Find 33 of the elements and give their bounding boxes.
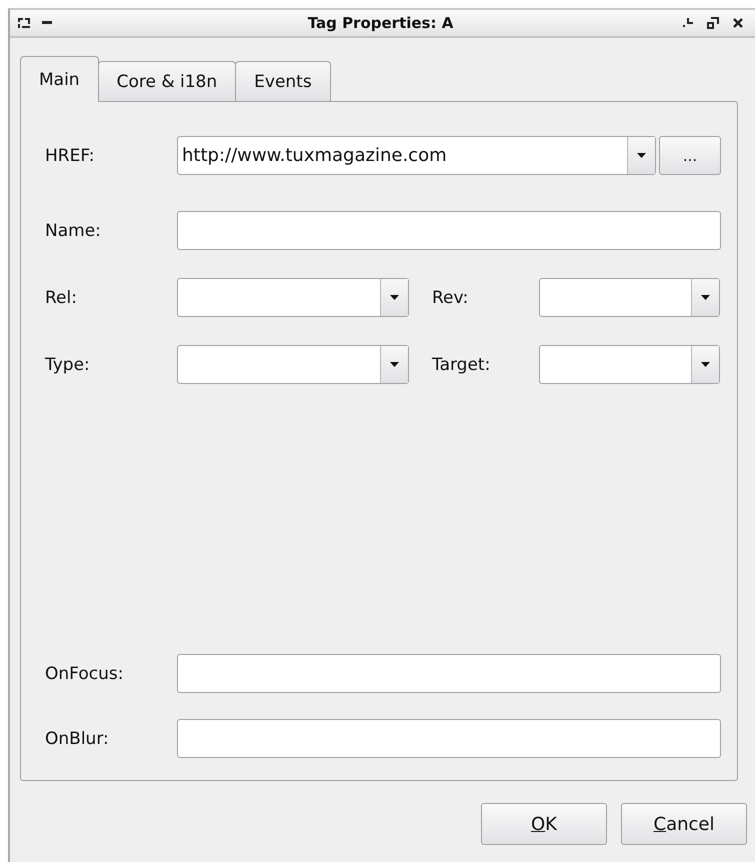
field-label: Rev: [432,288,470,308]
field-label: Rel: [45,288,78,308]
dropdown-arrow-icon [701,295,710,300]
window-menu-icon[interactable] [18,17,30,29]
combo-box[interactable]: http://www.tuxmagazine.com [177,136,656,175]
minimize-icon[interactable] [42,21,52,25]
combo-box[interactable] [539,345,720,384]
shade-icon[interactable] [683,18,694,28]
input-field[interactable] [177,654,721,693]
dialog-button[interactable]: OK [481,803,607,845]
field-label: Target: [432,354,492,374]
input-field[interactable] [177,211,721,250]
browse-button[interactable]: ... [659,136,721,175]
field-label: HREF: [45,146,96,166]
field-label: OnFocus: [45,664,124,684]
field-label: Name: [45,220,102,240]
dialog-button[interactable]: Cancel [621,803,747,845]
combo-box[interactable] [539,278,720,317]
combo-box[interactable] [177,345,409,384]
dropdown-arrow-icon [390,295,399,300]
tab[interactable]: Events [235,61,331,101]
restore-icon[interactable] [707,17,720,29]
field-label: OnBlur: [45,728,110,748]
input-field[interactable] [177,719,721,758]
tab[interactable]: Main [20,56,99,102]
window-title: Tag Properties: A [308,14,454,32]
tab[interactable]: Core & i18n [98,61,236,101]
dropdown-arrow-icon [701,362,710,367]
field-label: Type: [45,354,91,374]
dropdown-arrow-icon [390,362,399,367]
close-icon[interactable] [733,18,744,28]
combo-box[interactable] [177,278,409,317]
dropdown-arrow-icon [637,153,646,158]
